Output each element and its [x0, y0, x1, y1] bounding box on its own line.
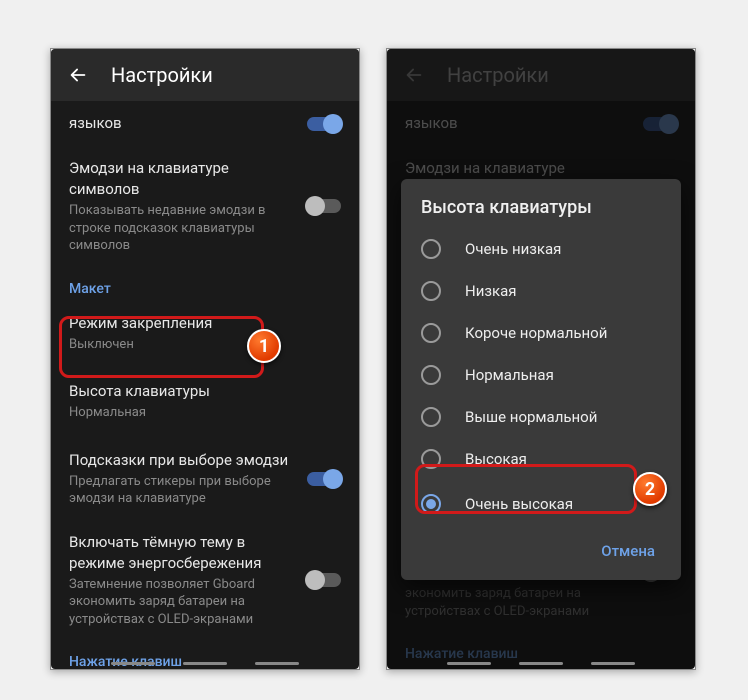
radio-option-low[interactable]: Низкая	[401, 270, 681, 312]
row-keyboard-height[interactable]: Высота клавиатуры Нормальная	[51, 365, 359, 438]
toggle[interactable]	[307, 199, 341, 213]
sub: Показывать недавние эмодзи в строке подс…	[69, 202, 295, 255]
radio-icon	[421, 449, 441, 469]
label: Включать тёмную тему в режиме энергосбер…	[69, 532, 295, 574]
app-bar: Настройки	[51, 49, 359, 101]
radio-option-shorter[interactable]: Короче нормальной	[401, 312, 681, 354]
sub: Выключен	[69, 336, 341, 354]
toggle[interactable]	[307, 573, 341, 587]
row-dark-theme-battery[interactable]: Включать тёмную тему в режиме энергосбер…	[51, 520, 359, 641]
label: Режим закрепления	[69, 313, 341, 334]
toggle[interactable]	[307, 117, 341, 131]
section-layout: Макет	[51, 267, 359, 301]
sub: Нормальная	[69, 404, 341, 422]
page-title: Настройки	[111, 63, 213, 87]
sub: Предлагать стикеры при выборе эмодзи на …	[69, 473, 295, 508]
back-arrow-icon[interactable]	[67, 64, 89, 86]
row-pin-mode[interactable]: Режим закрепления Выключен	[51, 301, 359, 366]
row-languages-tail[interactable]: языков	[51, 101, 359, 146]
radio-option-very-high[interactable]: Очень высокая	[401, 480, 681, 528]
radio-icon	[421, 323, 441, 343]
label: Эмодзи на клавиатуре символов	[69, 158, 295, 200]
radio-option-taller[interactable]: Выше нормальной	[401, 396, 681, 438]
nav-gesture-bar	[387, 662, 695, 665]
label: Подсказки при выборе эмодзи	[69, 450, 295, 471]
toggle[interactable]	[307, 472, 341, 486]
dialog-title: Высота клавиатуры	[401, 197, 681, 228]
radio-option-high[interactable]: Высокая	[401, 438, 681, 480]
row-emoji-suggestions[interactable]: Подсказки при выборе эмодзи Предлагать с…	[51, 438, 359, 520]
radio-icon	[421, 281, 441, 301]
keyboard-height-dialog: Высота клавиатуры Очень низкая Низкая Ко…	[401, 179, 681, 580]
radio-icon	[421, 365, 441, 385]
nav-gesture-bar	[51, 662, 359, 665]
radio-icon	[421, 239, 441, 259]
radio-icon	[421, 407, 441, 427]
sub: Затемнение позволяет Gboard экономить за…	[69, 576, 295, 629]
radio-option-very-low[interactable]: Очень низкая	[401, 228, 681, 270]
label: Высота клавиатуры	[69, 381, 341, 402]
row-emoji-on-symbols[interactable]: Эмодзи на клавиатуре символов Показывать…	[51, 146, 359, 267]
radio-option-normal[interactable]: Нормальная	[401, 354, 681, 396]
label: языков	[69, 113, 295, 134]
cancel-button[interactable]: Отмена	[591, 534, 665, 568]
radio-icon	[421, 494, 441, 514]
